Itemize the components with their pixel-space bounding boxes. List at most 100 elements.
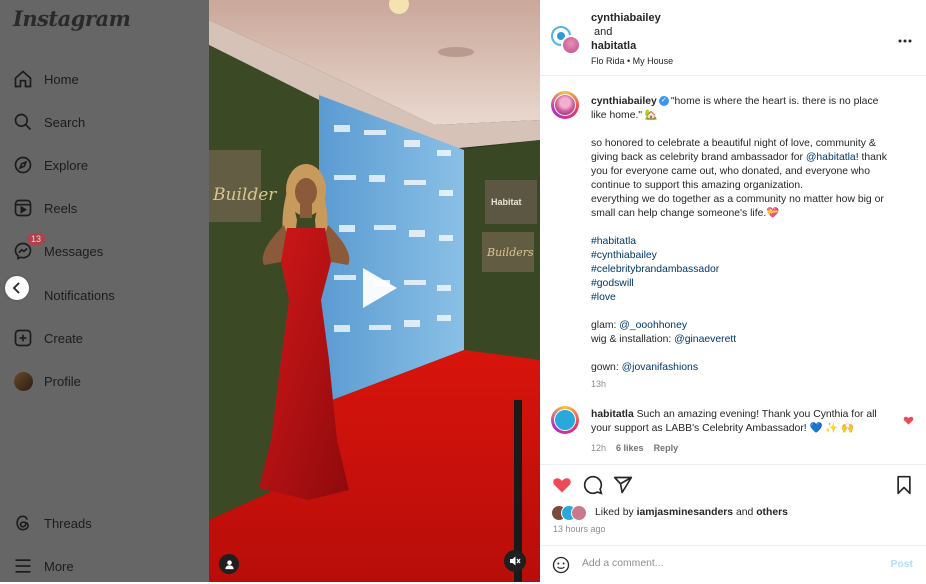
- hashtag-link[interactable]: #celebritybrandambassador: [591, 263, 896, 277]
- nav-home[interactable]: Home: [12, 66, 79, 92]
- author-avatar: [561, 35, 581, 55]
- threads-icon: [12, 512, 34, 534]
- nav-explore[interactable]: Explore: [12, 152, 88, 178]
- video-player[interactable]: Builder Habitat Builders: [209, 0, 540, 582]
- like-heart-icon[interactable]: [552, 475, 572, 495]
- verified-badge-icon: ✓: [658, 96, 669, 107]
- reels-icon: [12, 197, 34, 219]
- profile-avatar: [13, 371, 33, 391]
- nav-reels[interactable]: Reels: [12, 195, 77, 221]
- comment-reply-button[interactable]: Reply: [654, 443, 679, 453]
- credit-label: gown:: [591, 362, 622, 373]
- liked-by-user[interactable]: iamjasminesanders: [637, 507, 733, 518]
- credit-label: glam:: [591, 320, 620, 331]
- post-detail-panel: cynthiabailey and habitatla Flo Rida • M…: [540, 0, 926, 582]
- more-horizontal-icon: [898, 39, 912, 43]
- collaborator-username[interactable]: habitatla: [591, 39, 661, 53]
- nav-messages[interactable]: 13 Messages: [12, 232, 104, 264]
- hashtag-link[interactable]: #love: [591, 291, 896, 305]
- nav-notifications-label: Notifications: [44, 287, 115, 303]
- credit-wig: wig & installation: @ginaeverett: [591, 333, 896, 347]
- plus-square-icon: [12, 327, 34, 349]
- mute-button[interactable]: [504, 550, 526, 572]
- nav-home-label: Home: [44, 71, 79, 87]
- audio-attribution[interactable]: Flo Rida • My House: [591, 56, 673, 66]
- search-icon: [12, 111, 34, 133]
- messenger-icon: 13: [12, 232, 47, 262]
- nav-more-label: More: [44, 558, 74, 574]
- caption-username[interactable]: cynthiabailey: [591, 96, 657, 107]
- menu-icon: [12, 555, 34, 577]
- hashtag-link[interactable]: #habitatla: [591, 235, 896, 249]
- mention-habitatla[interactable]: @habitatla: [806, 152, 856, 163]
- svg-text:Builders: Builders: [486, 246, 534, 259]
- comment-time: 12h: [591, 443, 607, 453]
- home-icon: [12, 68, 34, 90]
- caption-paragraph-2: everything we do together as a community…: [591, 194, 887, 219]
- nav-threads-label: Threads: [44, 515, 92, 531]
- liker-avatar: [571, 505, 587, 521]
- comment-input[interactable]: [582, 558, 862, 569]
- instagram-logo[interactable]: Instagram: [13, 6, 131, 31]
- mention-link[interactable]: @_ooohhoney: [619, 320, 687, 331]
- comment-text: Such an amazing evening! Thank you Cynth…: [591, 409, 877, 434]
- liked-prefix: Liked by: [595, 507, 634, 518]
- user-icon: [224, 559, 234, 569]
- svg-text:Habitat: Habitat: [491, 197, 522, 207]
- comment-body: habitatla Such an amazing evening! Thank…: [591, 408, 891, 436]
- previous-post-button[interactable]: [5, 276, 29, 300]
- sidebar: Instagram Home Search Explore Reels 13 M…: [0, 0, 209, 582]
- author-username[interactable]: cynthiabailey: [591, 11, 661, 25]
- save-bookmark-icon[interactable]: [894, 475, 914, 495]
- collab-joiner: and: [594, 26, 613, 38]
- commenter-avatar[interactable]: [551, 406, 579, 434]
- svg-text:Builder: Builder: [212, 185, 277, 205]
- liked-and: and: [735, 507, 754, 518]
- comments-section[interactable]: cynthiabailey ✓ "home is where the heart i…: [540, 76, 926, 464]
- collab-avatars[interactable]: [551, 26, 581, 56]
- likers-avatars[interactable]: [551, 505, 591, 521]
- nav-create[interactable]: Create: [12, 325, 83, 351]
- comment-like-heart-icon[interactable]: [903, 415, 914, 426]
- mention-link[interactable]: @ginaeverett: [674, 334, 736, 345]
- nav-create-label: Create: [44, 330, 84, 346]
- chevron-left-icon: [12, 282, 20, 294]
- nav-explore-label: Explore: [44, 157, 89, 173]
- nav-profile[interactable]: Profile: [12, 368, 81, 394]
- more-options-button[interactable]: [898, 30, 912, 46]
- credit-glam: glam: @_ooohhoney: [591, 319, 896, 333]
- collab-names: cynthiabailey and habitatla: [591, 11, 661, 53]
- nav-reels-label: Reels: [44, 200, 78, 216]
- share-icon[interactable]: [613, 475, 633, 495]
- nav-more[interactable]: More: [12, 553, 74, 579]
- play-icon[interactable]: [349, 260, 405, 316]
- liked-by-others[interactable]: others: [756, 507, 788, 518]
- post-comment-button[interactable]: Post: [890, 559, 913, 570]
- nav-profile-label: Profile: [44, 373, 81, 389]
- messages-badge: 13: [26, 232, 47, 246]
- caption-paragraph-1: so honored to celebrate a beautiful nigh…: [591, 137, 896, 193]
- emoji-icon[interactable]: [552, 556, 570, 574]
- comment-meta: 12h 6 likes Reply: [591, 443, 678, 453]
- caption-author-avatar[interactable]: [551, 91, 579, 119]
- nav-messages-label: Messages: [44, 243, 104, 259]
- hashtag-link[interactable]: #godswill: [591, 277, 896, 291]
- mention-link[interactable]: @jovanifashions: [622, 362, 698, 373]
- post-actions: Liked by iamjasminesanders and others 13…: [540, 464, 926, 583]
- comment-username[interactable]: habitatla: [591, 409, 634, 420]
- credit-label: wig & installation:: [591, 334, 675, 345]
- nav-search[interactable]: Search: [12, 109, 85, 135]
- speaker-muted-icon: [510, 556, 521, 566]
- tagged-users-button[interactable]: [219, 554, 239, 574]
- post-time-ago: 13 hours ago: [553, 524, 606, 534]
- credit-gown: gown: @jovanifashions: [591, 361, 896, 375]
- caption-timestamp: 13h: [591, 379, 607, 389]
- caption-line-1: cynthiabailey ✓ "home is where the heart i…: [591, 95, 896, 123]
- nav-notifications[interactable]: Notifications: [38, 282, 115, 308]
- nav-search-label: Search: [44, 114, 86, 130]
- comment-likes[interactable]: 6 likes: [616, 443, 644, 453]
- post-header: cynthiabailey and habitatla Flo Rida • M…: [540, 0, 926, 76]
- hashtag-link[interactable]: #cynthiabailey: [591, 249, 896, 263]
- nav-threads[interactable]: Threads: [12, 510, 92, 536]
- comment-icon[interactable]: [583, 475, 603, 495]
